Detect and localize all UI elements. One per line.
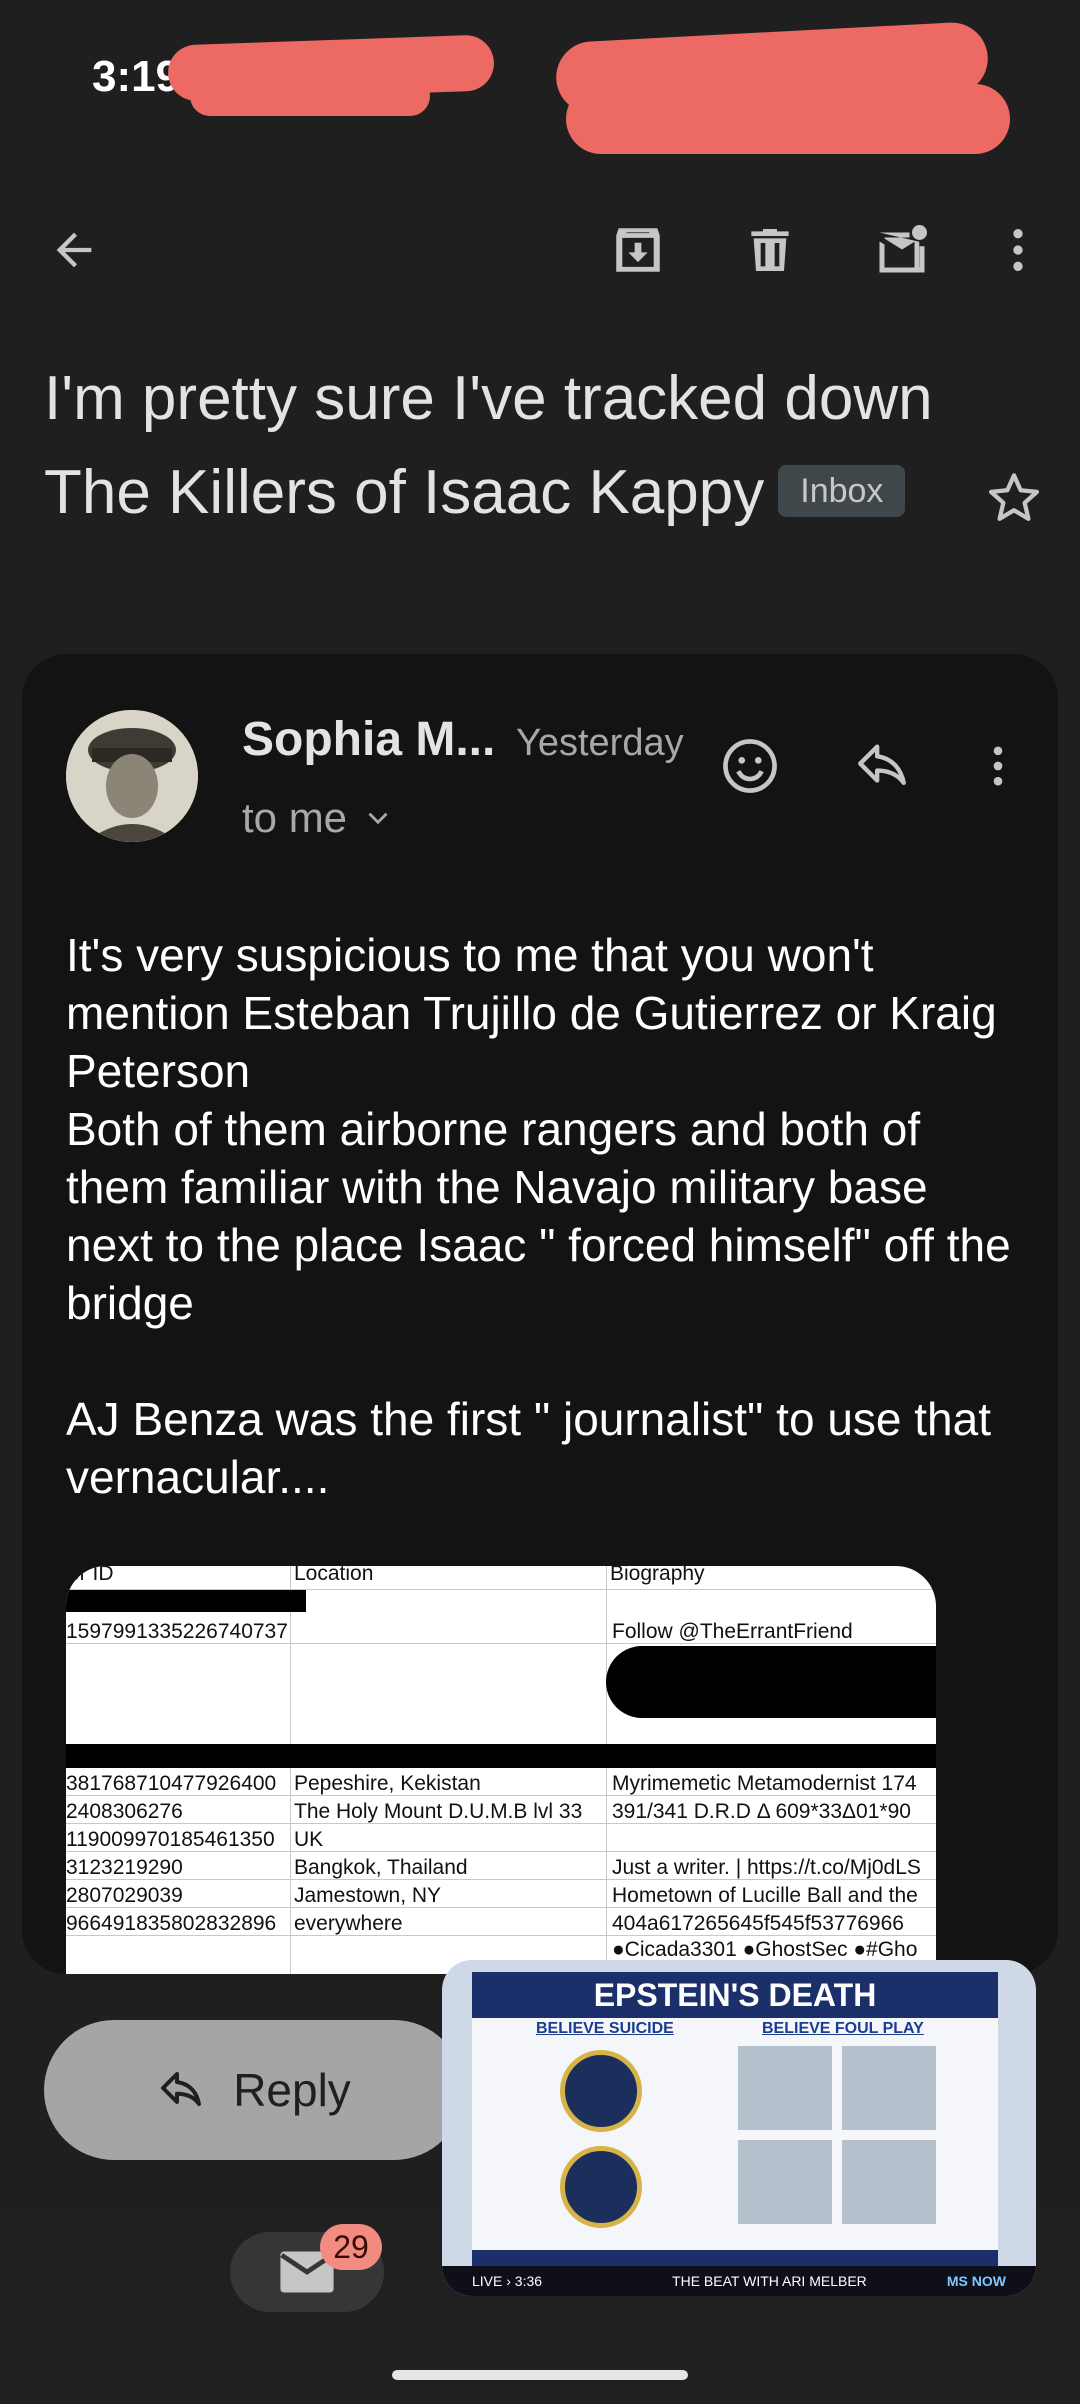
sheet-row: 2408306276 The Holy Mount D.U.M.B lvl 33…: [66, 1796, 936, 1824]
pip-network-logo: MS NOW: [946, 2273, 1006, 2289]
sheet-cell: 3123219290: [66, 1856, 183, 1879]
sheet-row: 966491835802832896 everywhere 404a617265…: [66, 1908, 936, 1936]
pip-video-player[interactable]: EPSTEIN'S DEATH BELIEVE SUICIDE BELIEVE …: [442, 1960, 1036, 2296]
pip-headline: EPSTEIN'S DEATH: [472, 1972, 998, 2018]
sheet-cell: Follow @TheErrantFriend: [612, 1620, 853, 1643]
sheet-row: 1597991335226740737 Follow @TheErrantFri…: [66, 1614, 936, 1644]
sheet-header: Biography: [610, 1566, 705, 1585]
sheet-cell: 391/341 D.R.D Δ 609*33Δ01*90: [612, 1800, 911, 1823]
redaction-bar: [66, 1590, 306, 1612]
more-vert-icon: [1013, 229, 1023, 271]
smiley-icon: [723, 739, 777, 793]
status-time: 3:19: [92, 52, 181, 101]
trash-icon: [751, 229, 789, 271]
recipient-label: to me: [242, 794, 348, 841]
sheet-cell: Just a writer. | https://t.co/Mj0dLS: [612, 1856, 921, 1879]
redaction-bar: [66, 1744, 936, 1768]
sheet-header: Location: [294, 1566, 374, 1585]
sheet-row: 2807029039 Jamestown, NY Hometown of Luc…: [66, 1880, 936, 1908]
sheet-cell: ●Cicada3301 ●GhostSec ●#Gho: [612, 1938, 918, 1961]
home-indicator[interactable]: [392, 2370, 688, 2380]
pip-right-heading: BELIEVE FOUL PLAY: [762, 2020, 924, 2037]
chevron-down-icon: [368, 812, 388, 825]
mark-unread-icon: [879, 225, 927, 273]
sender-name[interactable]: Sophia M...: [242, 712, 495, 767]
pip-lower-band: [472, 2250, 998, 2266]
reply-button[interactable]: Reply: [44, 2020, 464, 2160]
sheet-header: er ID: [68, 1566, 114, 1585]
inbox-label-chip[interactable]: Inbox: [778, 464, 906, 517]
sheet-cell: 1597991335226740737: [66, 1620, 288, 1643]
sheet-row: 381768710477926400 Pepeshire, Kekistan M…: [66, 1768, 936, 1796]
star-button[interactable]: [982, 466, 1046, 530]
mark-unread-button[interactable]: [852, 200, 952, 300]
email-subject: I'm pretty sure I've tracked down The Ki…: [44, 352, 974, 540]
sheet-cell: Myrimemetic Metamodernist 174: [612, 1772, 917, 1795]
sheet-cell: The Holy Mount D.U.M.B lvl 33: [294, 1800, 583, 1823]
archive-icon: [616, 228, 660, 272]
sheet-row: 3123219290 Bangkok, Thailand Just a writ…: [66, 1852, 936, 1880]
arrow-left-icon: [56, 232, 92, 268]
pip-left-heading: BELIEVE SUICIDE: [536, 2020, 674, 2037]
reply-icon: [161, 2072, 202, 2106]
redaction-mark: [190, 76, 430, 116]
message-date: Yesterday: [516, 722, 684, 764]
sheet-cell: 2807029039: [66, 1884, 183, 1907]
reply-button-label: Reply: [233, 2064, 351, 2116]
sheet-cell: Bangkok, Thailand: [294, 1856, 468, 1879]
portrait-photo: [842, 2140, 936, 2224]
portrait-photo: [738, 2140, 832, 2224]
sheet-cell: Hometown of Lucille Ball and the: [612, 1884, 918, 1907]
sheet-cell: Pepeshire, Kekistan: [294, 1772, 481, 1795]
redaction-mark: [566, 84, 1010, 154]
emoji-reaction-button[interactable]: [710, 726, 790, 806]
sheet-cell: 119009970185461350: [66, 1828, 275, 1851]
sheet-cell: 381768710477926400: [66, 1772, 277, 1795]
message-body: It's very suspicious to me that you won'…: [66, 929, 1011, 1503]
archive-button[interactable]: [588, 200, 688, 300]
status-bar: 3:19: [0, 0, 1080, 160]
sheet-row: 119009970185461350 UK: [66, 1824, 936, 1852]
pip-show-name: THE BEAT WITH ARI MELBER: [672, 2273, 867, 2289]
reply-icon: [858, 744, 906, 786]
email-toolbar: [0, 200, 1080, 300]
pip-ticker: LIVE › 3:36 THE BEAT WITH ARI MELBER MS …: [442, 2266, 1036, 2296]
pip-live-label: LIVE › 3:36: [472, 2273, 543, 2289]
delete-button[interactable]: [720, 200, 820, 300]
sheet-cell: 966491835802832896: [66, 1912, 277, 1935]
more-vert-icon: [993, 746, 1003, 786]
portrait-photo: [738, 2046, 832, 2130]
star-icon: [988, 473, 1040, 521]
reply-icon-button[interactable]: [842, 726, 922, 806]
sheet-cell: 404a617265645f545f53776966: [612, 1912, 904, 1935]
image-attachment[interactable]: er ID Location Biography 159799133522674…: [66, 1566, 936, 1974]
unread-count-badge: 29: [320, 2224, 382, 2270]
sheet-header-row: er ID Location Biography: [66, 1566, 936, 1590]
sheet-cell: 2408306276: [66, 1800, 183, 1823]
more-options-button[interactable]: [968, 200, 1068, 300]
redaction-bar: [606, 1646, 936, 1718]
sender-avatar[interactable]: [66, 710, 198, 842]
message-more-button[interactable]: [958, 726, 1038, 806]
doj-seal-icon: [560, 2050, 642, 2132]
sheet-cell: everywhere: [294, 1912, 403, 1935]
sheet-cell: UK: [294, 1828, 324, 1851]
sheet-cell: Jamestown, NY: [294, 1884, 442, 1907]
avatar-photo: [66, 710, 198, 842]
recipient-toggle[interactable]: to me: [242, 794, 395, 842]
back-button[interactable]: [24, 200, 124, 300]
portrait-photo: [842, 2046, 936, 2130]
medical-examiner-seal-icon: [560, 2146, 642, 2228]
